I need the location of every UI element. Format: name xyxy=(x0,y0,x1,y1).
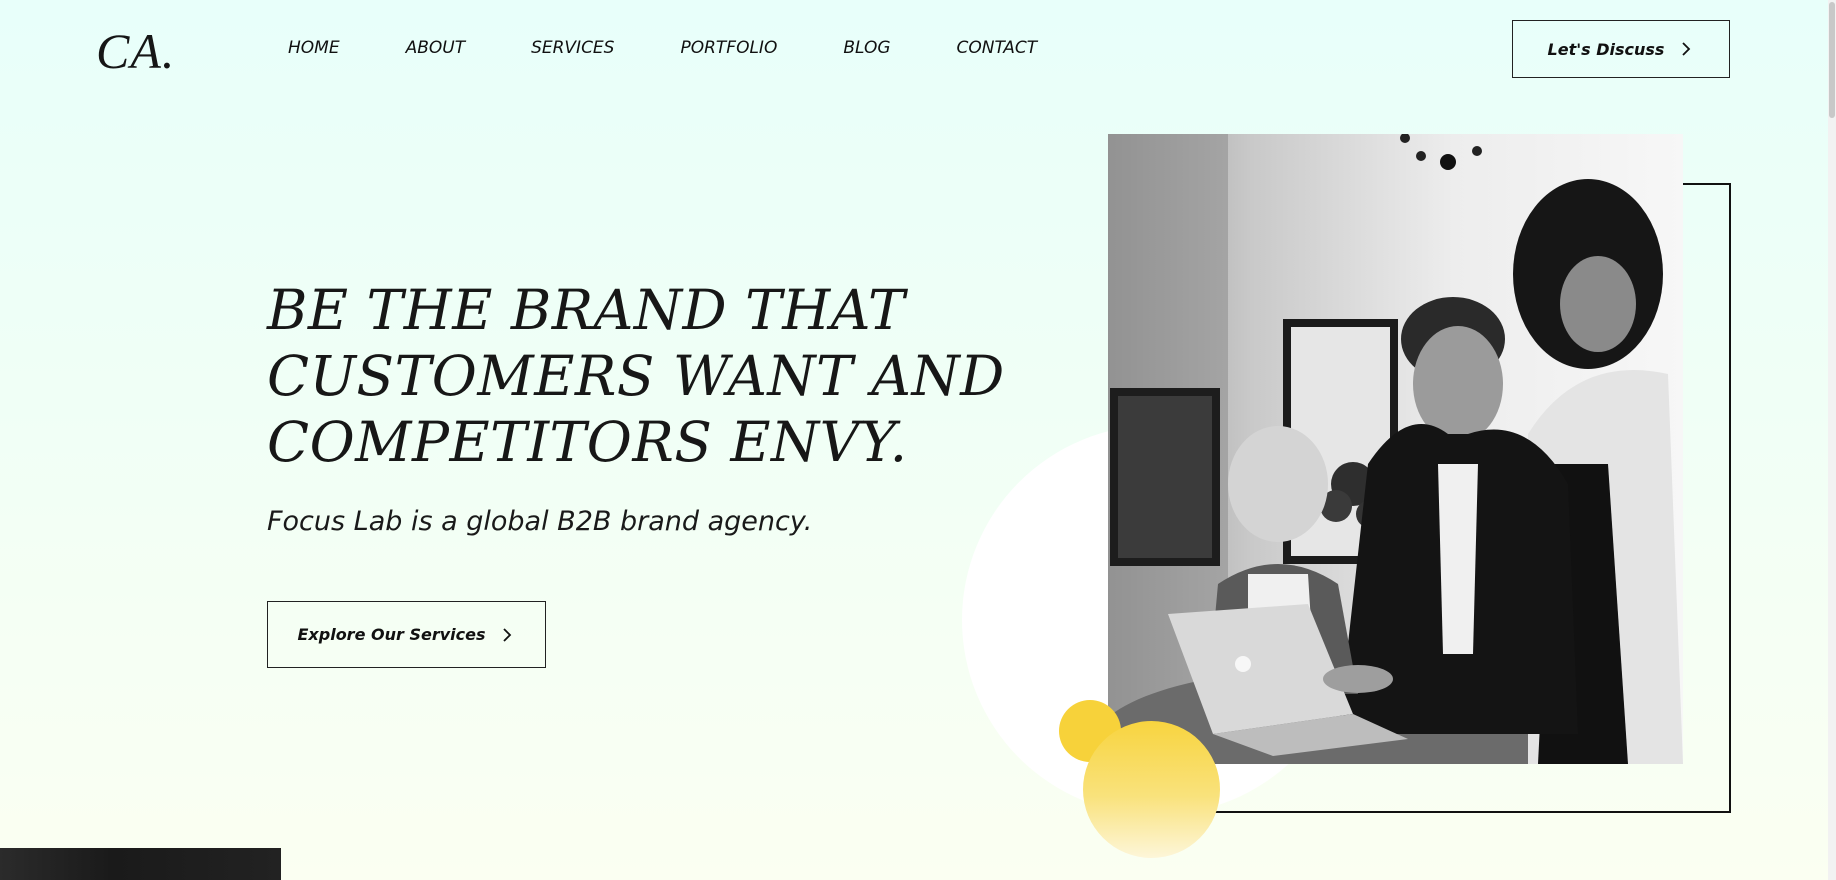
scrollbar-thumb[interactable] xyxy=(1829,2,1835,118)
hero-title-line-2: CUSTOMERS WANT AND xyxy=(267,344,1005,408)
nav-item-services[interactable]: SERVICES xyxy=(531,38,614,58)
chevron-right-icon xyxy=(1678,41,1694,57)
hero-subtitle: Focus Lab is a global B2B brand agency. xyxy=(267,506,813,537)
page-scrollbar[interactable] xyxy=(1828,0,1836,880)
nav-item-contact[interactable]: CONTACT xyxy=(957,38,1038,58)
lets-discuss-label: Let's Discuss xyxy=(1547,39,1665,59)
nav-item-portfolio[interactable]: PORTFOLIO xyxy=(680,38,777,58)
hero-title: BE THE BRAND THAT CUSTOMERS WANT AND COM… xyxy=(267,277,1027,475)
hero-title-line-1: BE THE BRAND THAT xyxy=(267,278,906,342)
explore-services-label: Explore Our Services xyxy=(297,625,486,644)
chevron-right-icon xyxy=(499,627,515,643)
main-nav: HOME ABOUT SERVICES PORTFOLIO BLOG CONTA… xyxy=(288,38,1037,58)
decorative-yellow-dot-large xyxy=(1083,721,1220,858)
team-photo-illustration xyxy=(1108,134,1683,764)
lets-discuss-button[interactable]: Let's Discuss xyxy=(1512,20,1730,78)
hero-team-photo xyxy=(1108,134,1683,764)
next-section-image-preview xyxy=(0,848,281,880)
brand-logo[interactable]: CA. xyxy=(96,22,175,80)
explore-services-button[interactable]: Explore Our Services xyxy=(267,601,546,668)
nav-item-blog[interactable]: BLOG xyxy=(843,38,890,58)
nav-item-about[interactable]: ABOUT xyxy=(406,38,466,58)
hero-title-line-3: COMPETITORS ENVY. xyxy=(267,410,908,474)
nav-item-home[interactable]: HOME xyxy=(288,38,340,58)
